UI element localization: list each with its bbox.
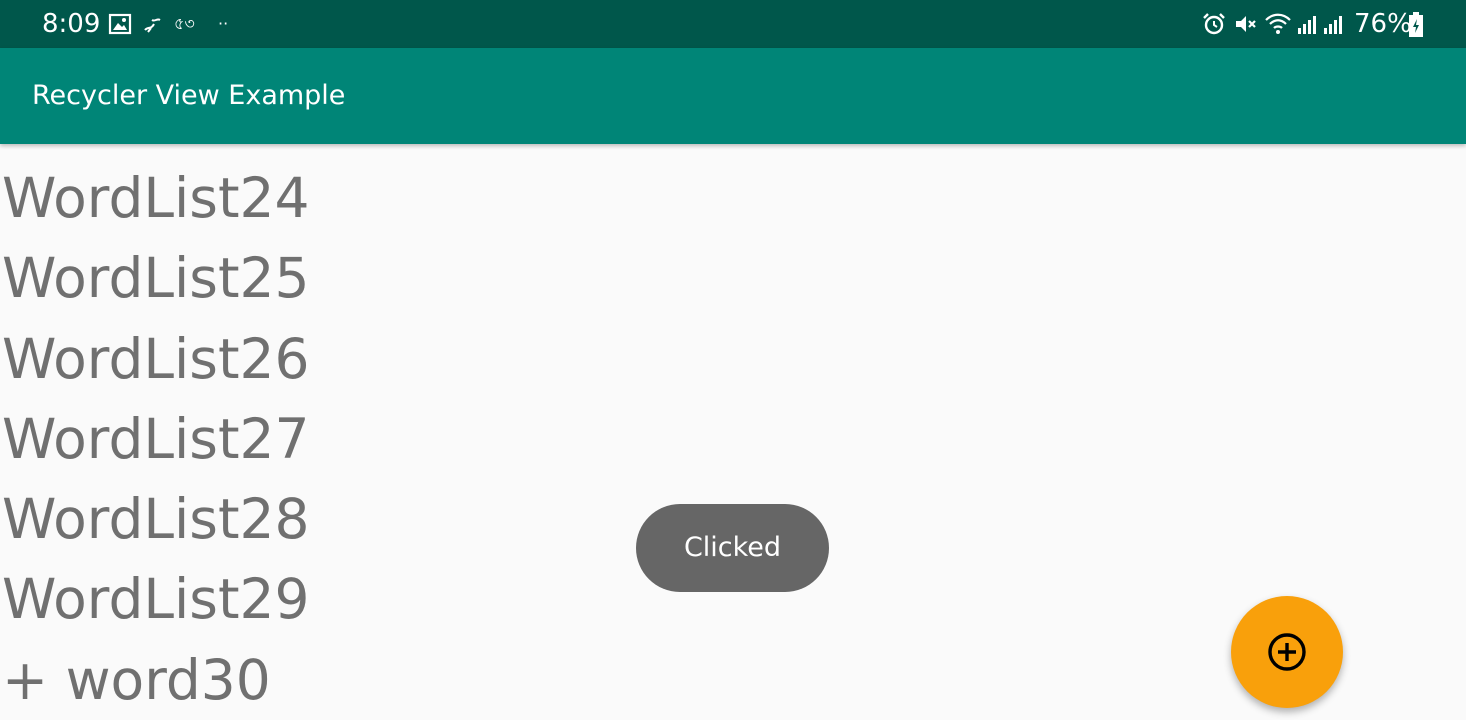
alarm-icon	[1202, 12, 1226, 36]
notification-icon	[142, 12, 164, 36]
list-item[interactable]: WordList25	[0, 240, 1466, 320]
status-dots: ··	[218, 14, 229, 33]
battery-percent: 76%	[1354, 9, 1412, 39]
battery-icon	[1408, 12, 1424, 37]
image-icon	[108, 12, 132, 36]
app-title: Recycler View Example	[32, 80, 346, 111]
signal-icon	[1296, 12, 1318, 36]
status-bar: 8:09 ৫৩ ·· 76%	[0, 0, 1466, 48]
status-time: 8:09	[42, 9, 101, 39]
add-circle-icon	[1268, 633, 1306, 671]
app-bar: Recycler View Example	[0, 48, 1466, 144]
signal-icon-2	[1322, 12, 1344, 36]
list-item[interactable]: WordList24	[0, 160, 1466, 240]
add-word-fab[interactable]	[1231, 596, 1343, 708]
wifi-icon	[1264, 12, 1292, 36]
status-extra-text: ৫৩	[174, 14, 195, 33]
app-screen: 8:09 ৫৩ ·· 76% Recycler View Example Wor…	[0, 0, 1466, 720]
mute-icon	[1234, 12, 1258, 36]
list-item[interactable]: WordList26	[0, 321, 1466, 401]
toast-message: Clicked	[636, 504, 829, 592]
list-item[interactable]: WordList27	[0, 401, 1466, 481]
